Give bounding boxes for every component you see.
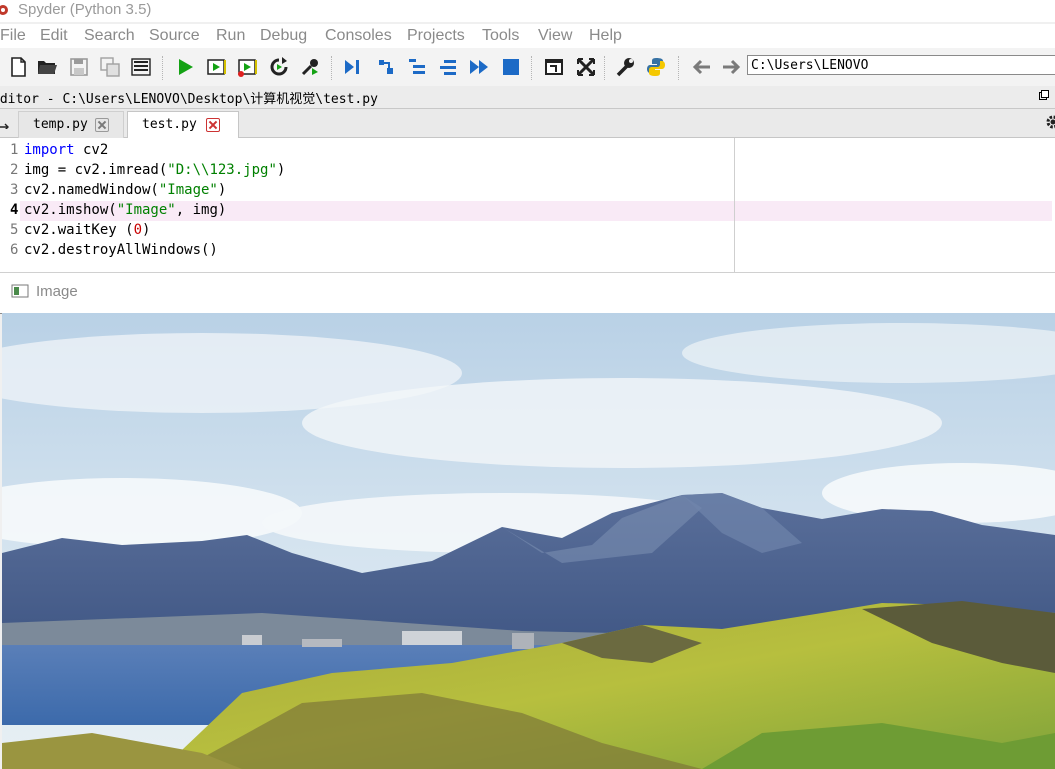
new-file-icon[interactable] [5, 54, 31, 80]
toolbar-separator [331, 56, 333, 80]
python-path-icon[interactable] [643, 54, 669, 80]
menu-bar: File Edit Search Source Run Debug Consol… [0, 24, 1055, 48]
editor-pane-titlebar: Editor - C:\Users\LENOVO\Desktop\计算机视觉\t… [0, 86, 1055, 109]
code-token: cv2.waitKey ( [24, 222, 134, 238]
tab-label: test.py [142, 117, 197, 132]
menu-file[interactable]: File [0, 27, 26, 45]
step-into-icon[interactable] [404, 54, 430, 80]
code-token: "Image" [116, 202, 176, 218]
save-icon[interactable] [66, 54, 92, 80]
forward-arrow-icon[interactable] [718, 54, 744, 80]
menu-run[interactable]: Run [216, 27, 245, 45]
line-number: 3 [10, 182, 19, 198]
tab-temp-py[interactable]: temp.py [18, 111, 124, 138]
menu-view[interactable]: View [538, 27, 572, 45]
code-token: cv2 [74, 142, 109, 158]
browse-tabs-icon[interactable] [0, 115, 10, 129]
image-window-title: Image [36, 283, 78, 300]
toolbar-separator [531, 56, 533, 80]
toolbar-separator [604, 56, 606, 80]
code-token: "Image" [158, 182, 218, 198]
run-icon[interactable] [172, 54, 198, 80]
save-all-icon[interactable] [97, 54, 123, 80]
menu-tools[interactable]: Tools [482, 27, 519, 45]
image-window-titlebar: Image [0, 273, 1055, 314]
toolbar-separator [678, 56, 680, 80]
code-token: import [24, 142, 75, 158]
fullscreen-icon[interactable] [573, 54, 599, 80]
image-window-icon [11, 284, 29, 298]
preferences-icon[interactable] [612, 54, 638, 80]
code-line[interactable]: import cv2 [24, 142, 108, 158]
continue-icon[interactable] [466, 54, 492, 80]
gear-icon[interactable] [1045, 114, 1055, 130]
code-line[interactable]: cv2.waitKey (0) [24, 222, 150, 238]
menu-search[interactable]: Search [84, 27, 135, 45]
window-title: Spyder (Python 3.5) [18, 1, 152, 18]
menu-help[interactable]: Help [589, 27, 622, 45]
tab-label: temp.py [33, 117, 88, 132]
menu-projects[interactable]: Projects [407, 27, 465, 45]
code-token: img = cv2.imread( [24, 162, 168, 178]
menu-consoles[interactable]: Consoles [325, 27, 392, 45]
open-folder-icon[interactable] [34, 54, 60, 80]
back-arrow-icon[interactable] [689, 54, 715, 80]
working-directory-input[interactable]: C:\Users\LENOVO [747, 55, 1055, 75]
undock-icon[interactable] [1039, 90, 1049, 100]
code-token: ) [142, 222, 151, 238]
code-token: cv2.namedWindow( [24, 182, 159, 198]
close-tab-icon[interactable] [95, 118, 109, 132]
spyder-app-icon [0, 5, 8, 15]
step-icon[interactable] [373, 54, 399, 80]
code-token: "D:\\123.jpg" [167, 162, 277, 178]
outline-icon[interactable] [128, 54, 154, 80]
menu-debug[interactable]: Debug [260, 27, 307, 45]
line-number: 5 [10, 222, 19, 238]
run-cell-advance-icon[interactable] [235, 54, 261, 80]
close-tab-icon[interactable] [206, 118, 220, 132]
step-return-icon[interactable] [435, 54, 461, 80]
line-number: 4 [10, 202, 19, 218]
window-titlebar: Spyder (Python 3.5) [0, 0, 1055, 22]
code-line[interactable]: img = cv2.imread("D:\\123.jpg") [24, 162, 285, 178]
code-editor[interactable]: import cv2 img = cv2.imread("D:\\123.jpg"… [0, 138, 1055, 273]
edge-line [734, 138, 735, 272]
code-token: cv2.imshow( [24, 202, 117, 218]
toolbar-separator [162, 56, 164, 80]
menu-source[interactable]: Source [149, 27, 200, 45]
stop-icon[interactable] [498, 54, 524, 80]
code-token: ) [276, 162, 286, 178]
run-cell-icon[interactable] [204, 54, 230, 80]
line-number: 2 [10, 162, 19, 178]
code-token: 0 [133, 222, 143, 238]
debug-icon[interactable] [340, 54, 366, 80]
code-token: cv2.destroyAllWindows() [24, 242, 218, 258]
code-token: ) [217, 182, 227, 198]
maximize-pane-icon[interactable] [541, 54, 567, 80]
line-number: 6 [10, 242, 19, 258]
code-line[interactable]: cv2.namedWindow("Image") [24, 182, 226, 198]
code-token: , img) [175, 202, 227, 218]
tab-test-py[interactable]: test.py [127, 111, 239, 139]
line-number: 1 [10, 142, 19, 158]
configure-run-icon[interactable] [297, 54, 323, 80]
code-line[interactable]: cv2.imshow("Image", img) [24, 202, 226, 218]
code-line[interactable]: cv2.destroyAllWindows() [24, 242, 218, 258]
menu-edit[interactable]: Edit [40, 27, 68, 45]
editor-tabbar: temp.py test.py [0, 109, 1055, 139]
editor-pane-title: Editor - C:\Users\LENOVO\Desktop\计算机视觉\t… [0, 92, 378, 107]
rerun-icon[interactable] [266, 54, 292, 80]
displayed-landscape-image [2, 313, 1055, 769]
